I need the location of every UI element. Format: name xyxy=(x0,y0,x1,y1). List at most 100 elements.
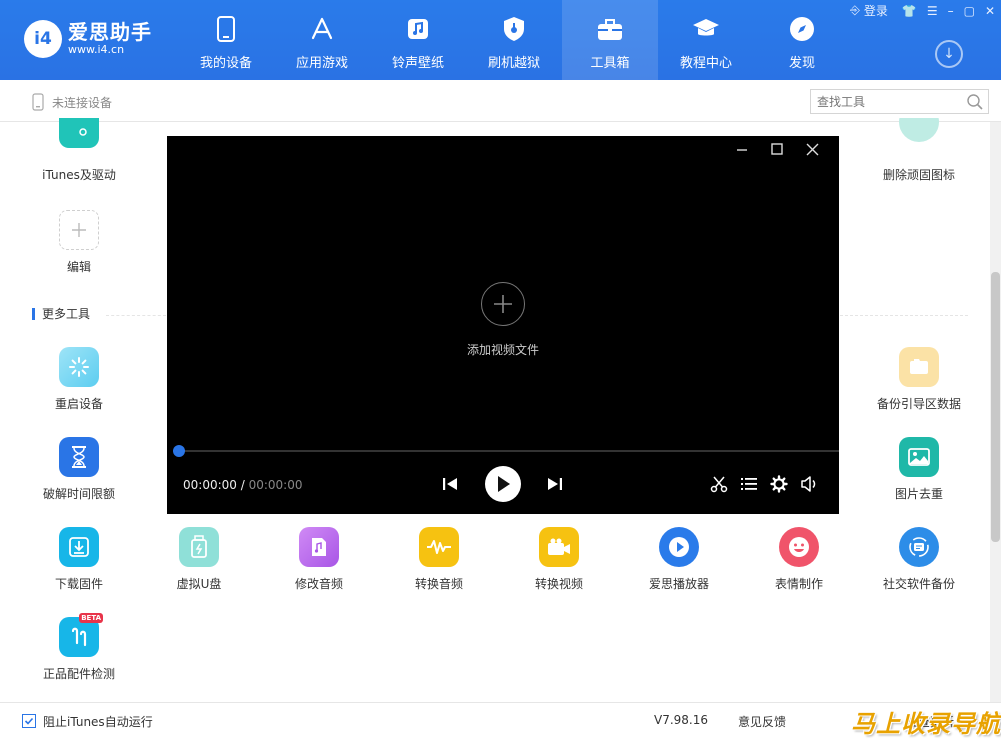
time-display: 00:00:00 / 00:00:00 xyxy=(183,478,303,492)
volume-icon xyxy=(801,476,816,492)
app-store-icon xyxy=(307,14,337,44)
player-minimize-button[interactable] xyxy=(735,140,749,158)
main-nav: 我的设备 应用游戏 铃声壁纸 刷机越狱 工具箱 教程中心 发现 xyxy=(178,0,850,80)
app-logo: i4 爱思助手 www.i4.cn xyxy=(24,20,152,58)
feedback-link[interactable]: 意见反馈 xyxy=(738,713,786,730)
play-icon xyxy=(498,476,510,492)
tool-image-dedup[interactable]: 图片去重 xyxy=(859,437,979,502)
tool-itunes-driver[interactable]: iTunes及驱动 xyxy=(19,118,139,183)
maximize-button[interactable]: ▢ xyxy=(964,4,975,18)
nav-my-device[interactable]: 我的设备 xyxy=(178,0,274,80)
ringtone-icon xyxy=(403,14,433,44)
vertical-scrollbar[interactable] xyxy=(990,122,1001,702)
add-video-button[interactable] xyxy=(481,282,525,326)
tool-download-firmware[interactable]: 下载固件 xyxy=(19,527,139,592)
tool-genuine-accessory-check[interactable]: BETA 正品配件检测 xyxy=(19,613,139,682)
nav-tutorial-center[interactable]: 教程中心 xyxy=(658,0,754,80)
search-input[interactable] xyxy=(811,90,961,113)
beta-badge: BETA xyxy=(79,613,103,623)
delete-icon xyxy=(899,118,939,142)
image-icon xyxy=(899,437,939,477)
tool-emoji-maker[interactable]: 表情制作 xyxy=(739,527,859,592)
previous-button[interactable] xyxy=(441,476,459,495)
usb-drive-icon xyxy=(179,527,219,567)
earphones-icon: BETA xyxy=(59,613,103,657)
scissors-icon xyxy=(710,476,728,493)
playlist-icon xyxy=(741,478,757,490)
device-phone-icon xyxy=(32,93,44,111)
nav-flash-jailbreak[interactable]: 刷机越狱 xyxy=(466,0,562,80)
nav-discover[interactable]: 发现 xyxy=(754,0,850,80)
tool-convert-audio[interactable]: 转换音频 xyxy=(379,527,499,592)
itunes-icon xyxy=(59,118,99,148)
logo-name: 爱思助手 xyxy=(68,20,152,44)
search-icon[interactable] xyxy=(966,93,984,111)
phone-icon xyxy=(211,14,241,44)
hourglass-icon xyxy=(59,437,99,477)
cut-button[interactable] xyxy=(710,475,728,496)
menu-icon[interactable]: ☰ xyxy=(927,4,938,18)
skin-icon[interactable]: 👕 xyxy=(902,4,917,18)
close-button[interactable]: ✕ xyxy=(985,4,995,18)
login-icon[interactable]: ⎆ xyxy=(850,3,860,18)
player-icon xyxy=(659,527,699,567)
backup-icon xyxy=(899,347,939,387)
tool-social-backup[interactable]: 社交软件备份 xyxy=(859,527,979,592)
waveform-icon xyxy=(419,527,459,567)
progress-bar[interactable] xyxy=(173,450,839,452)
player-close-button[interactable] xyxy=(806,143,819,160)
plus-icon xyxy=(59,210,99,250)
tool-i4-player[interactable]: 爱思播放器 xyxy=(619,527,739,592)
tool-restart-device[interactable]: 重启设备 xyxy=(19,347,139,412)
block-itunes-label[interactable]: 阻止iTunes自动运行 xyxy=(43,713,153,730)
window-controls: ⎆ 登录 👕 ☰ – ▢ ✕ xyxy=(840,2,995,19)
restart-icon xyxy=(59,347,99,387)
skip-next-icon xyxy=(548,478,562,490)
download-firmware-icon xyxy=(59,527,99,567)
video-player-window: 添加视频文件 00:00:00 / 00:00:00 xyxy=(167,136,839,514)
video-camera-icon xyxy=(539,527,579,567)
logo-badge: i4 xyxy=(24,20,62,58)
next-button[interactable] xyxy=(546,476,564,495)
section-title-more-tools: 更多工具 xyxy=(32,308,90,320)
volume-button[interactable] xyxy=(800,475,818,496)
logo-url: www.i4.cn xyxy=(68,43,125,56)
audio-edit-icon xyxy=(299,527,339,567)
scrollbar-thumb[interactable] xyxy=(991,272,1000,542)
tool-delete-stubborn-icons[interactable]: 删除顽固图标 xyxy=(859,118,979,183)
tool-edit-audio[interactable]: 修改音频 xyxy=(259,527,379,592)
download-manager-icon[interactable]: ↓ xyxy=(935,40,963,68)
nav-ringtones-wallpapers[interactable]: 铃声壁纸 xyxy=(370,0,466,80)
nav-toolbox[interactable]: 工具箱 xyxy=(562,0,658,80)
block-itunes-checkbox[interactable] xyxy=(22,714,36,728)
device-status: 未连接设备 xyxy=(32,93,112,111)
total-time: 00:00:00 xyxy=(248,478,303,492)
current-time: 00:00:00 xyxy=(183,478,237,492)
version-label: V7.98.16 xyxy=(654,713,709,727)
status-bar: 阻止iTunes自动运行 V7.98.16 意见反馈 检查更新 马上收录导航 xyxy=(0,702,1001,739)
skip-previous-icon xyxy=(443,478,457,490)
progress-handle[interactable] xyxy=(173,445,185,457)
tool-backup-boot-data[interactable]: 备份引导区数据 xyxy=(859,347,979,412)
section-divider xyxy=(840,315,968,316)
minimize-button[interactable]: – xyxy=(948,4,954,18)
play-button[interactable] xyxy=(485,466,521,502)
add-video-label: 添加视频文件 xyxy=(466,343,539,357)
player-maximize-button[interactable] xyxy=(771,143,783,159)
tool-virtual-usb[interactable]: 虚拟U盘 xyxy=(139,527,259,592)
tool-edit[interactable]: 编辑 xyxy=(19,210,139,275)
playlist-button[interactable] xyxy=(740,475,758,496)
nav-apps-games[interactable]: 应用游戏 xyxy=(274,0,370,80)
checkmark-icon xyxy=(24,717,34,725)
toolbar: 未连接设备 xyxy=(0,80,1001,122)
shield-icon xyxy=(499,14,529,44)
watermark: 马上收录导航 xyxy=(851,709,1001,738)
tool-crack-screen-time[interactable]: 破解时间限额 xyxy=(19,437,139,502)
chat-backup-icon xyxy=(899,527,939,567)
settings-button[interactable] xyxy=(770,475,788,496)
tool-convert-video[interactable]: 转换视频 xyxy=(499,527,619,592)
login-link[interactable]: 登录 xyxy=(864,2,888,19)
section-divider xyxy=(106,315,166,316)
app-header: i4 爱思助手 www.i4.cn 我的设备 应用游戏 铃声壁纸 刷机越狱 工具… xyxy=(0,0,1001,80)
compass-icon xyxy=(787,14,817,44)
